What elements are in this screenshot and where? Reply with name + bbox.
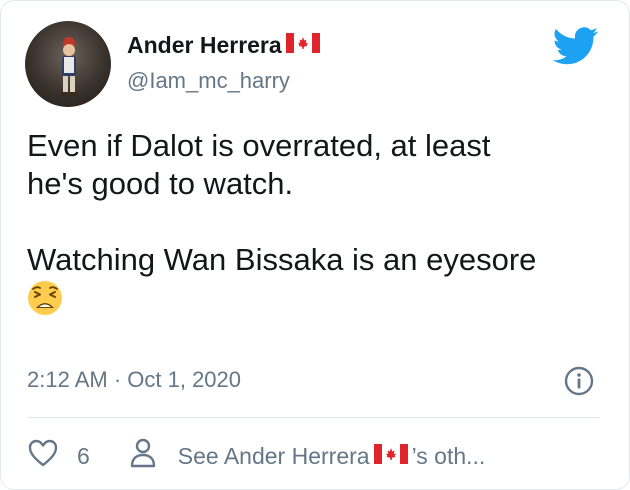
heart-icon[interactable] [27,438,59,474]
tweet-text-line: he's good to watch. [27,166,294,201]
display-name[interactable]: Ander Herrera [127,32,282,59]
avatar-photo [61,37,77,96]
weary-face-emoji [28,281,62,315]
tweet-text-line: Even if Dalot is overrated, at least [27,128,491,163]
canada-flag-icon [373,443,408,470]
tweet-text-line: Watching Wan Bissaka is an eyesore [27,242,537,277]
see-more-prefix: See Ander Herrera [177,442,370,469]
info-icon[interactable] [563,365,595,402]
tweet-timestamp[interactable]: 2:12 AM · Oct 1, 2020 [27,367,241,393]
divider [27,417,599,418]
emoji-line [27,279,612,317]
display-name-row[interactable]: Ander Herrera [127,32,320,59]
tweet-text: Even if Dalot is overrated, at least he'… [27,127,612,317]
tweet-text-blank-line [27,203,612,241]
see-more-link[interactable]: See Ander Herrera ’s oth... [178,443,486,470]
avatar[interactable] [25,21,111,107]
twitter-bird-icon[interactable] [552,27,599,70]
tweet-card: Ander Herrera @Iam_mc_harry Even if Dalo… [0,0,630,490]
person-icon[interactable] [128,437,158,475]
see-more-suffix: ’s oth... [411,442,486,469]
user-handle[interactable]: @Iam_mc_harry [127,68,290,94]
canada-flag-icon [285,32,320,59]
action-bar: 6 See Ander Herrera ’s oth... [27,438,485,474]
like-count[interactable]: 6 [77,443,90,470]
